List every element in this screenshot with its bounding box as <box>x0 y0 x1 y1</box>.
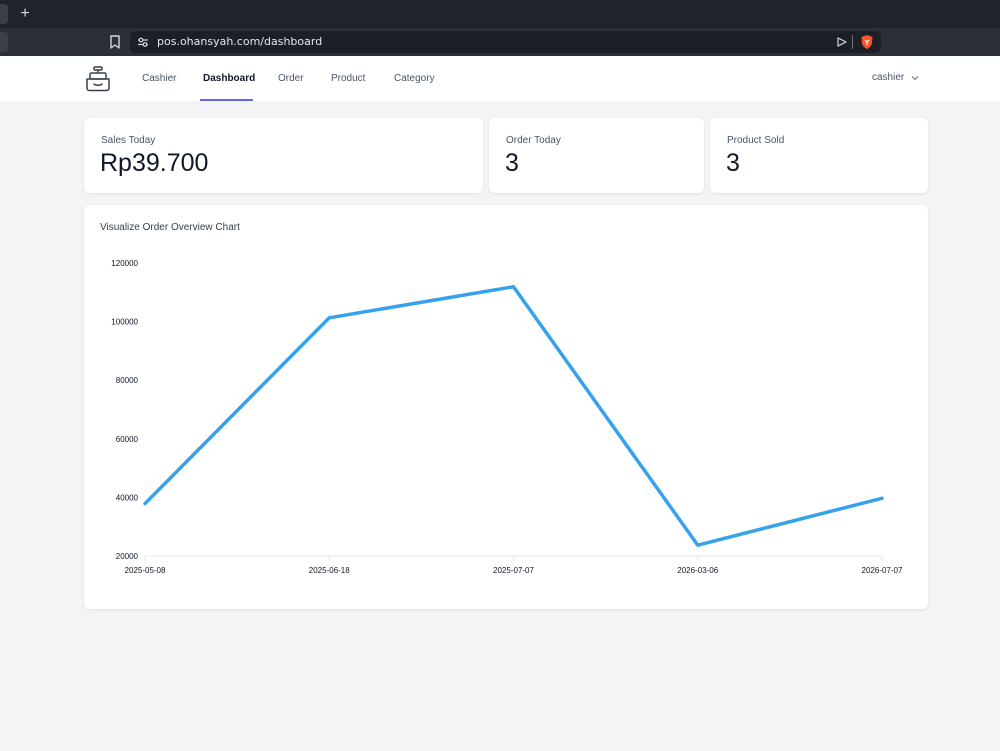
data-point <box>143 502 147 506</box>
x-tick-label: 2025-05-08 <box>125 566 166 575</box>
x-tick-label: 2025-06-18 <box>309 566 350 575</box>
series-line <box>143 284 884 547</box>
new-tab-button[interactable]: + <box>17 4 33 24</box>
y-tick-label: 120000 <box>111 259 138 268</box>
address-bar-url[interactable]: pos.ohansyah.com/dashboard <box>157 34 322 50</box>
browser-nav-button[interactable] <box>0 32 8 52</box>
product-sold-label: Product Sold <box>727 135 785 146</box>
sales-today-card: Sales Today Rp39.700 <box>84 118 483 193</box>
order-today-label: Order Today <box>506 135 561 146</box>
nav-cashier[interactable]: Cashier <box>142 73 176 85</box>
order-today-value: 3 <box>505 149 519 177</box>
data-point <box>880 496 884 500</box>
data-point <box>327 316 331 320</box>
nav-product[interactable]: Product <box>331 73 365 85</box>
nav-category[interactable]: Category <box>394 73 435 85</box>
y-tick-label: 40000 <box>116 493 139 502</box>
product-sold-value: 3 <box>726 149 740 177</box>
share-icon[interactable] <box>836 36 848 48</box>
chevron-down-icon <box>911 76 919 81</box>
nav-order[interactable]: Order <box>278 73 304 85</box>
sales-today-value: Rp39.700 <box>100 149 209 177</box>
x-tick-label: 2025-07-07 <box>493 566 534 575</box>
order-overview-chart-card: Visualize Order Overview Chart 20000 4000… <box>84 205 928 609</box>
browser-tab-strip: + <box>0 0 1000 28</box>
address-bar-divider <box>852 35 853 49</box>
bookmark-icon[interactable] <box>108 34 122 50</box>
y-tick-label: 80000 <box>116 376 139 385</box>
nav-dashboard[interactable]: Dashboard <box>203 73 255 85</box>
y-tick-label: 20000 <box>116 552 139 561</box>
user-menu[interactable]: cashier <box>872 72 920 84</box>
user-name: cashier <box>872 72 905 83</box>
nav-active-indicator <box>200 99 253 101</box>
sales-today-label: Sales Today <box>101 135 156 146</box>
order-today-card: Order Today 3 <box>489 118 704 193</box>
site-settings-icon[interactable] <box>136 36 150 48</box>
data-point <box>696 543 700 547</box>
y-tick-label: 60000 <box>116 435 139 444</box>
cash-register-logo-icon[interactable] <box>84 66 112 92</box>
y-tick-label: 100000 <box>111 318 138 327</box>
data-point <box>512 285 515 289</box>
product-sold-card: Product Sold 3 <box>710 118 928 193</box>
x-tick-label: 2026-07-07 <box>862 566 903 575</box>
order-overview-line-chart: 20000 40000 60000 80000 100000 120000 2025-05-… <box>111 259 903 575</box>
browser-tab[interactable] <box>0 4 8 24</box>
brave-shield-icon[interactable] <box>860 34 874 50</box>
x-tick-label: 2026-03-06 <box>677 566 718 575</box>
